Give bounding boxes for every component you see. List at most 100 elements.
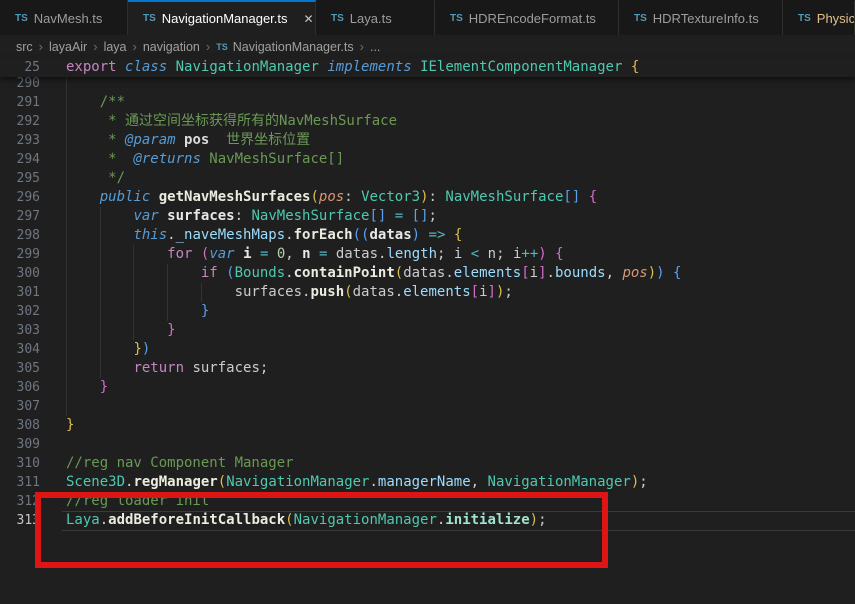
tab-label: HDRTextureInfo.ts	[653, 11, 759, 26]
tab-hdrtextureinfo-ts[interactable]: TSHDRTextureInfo.ts	[619, 0, 783, 35]
breadcrumb-label: ...	[370, 40, 380, 54]
sticky-scroll-line[interactable]: 25 export class NavigationManager impleme…	[0, 58, 855, 77]
code-line[interactable]: 308}	[0, 416, 855, 435]
indent-guide	[133, 321, 134, 340]
line-number[interactable]: 313	[0, 511, 40, 530]
code-line-content: })	[66, 340, 855, 359]
code-line[interactable]: 309	[0, 435, 855, 454]
line-number[interactable]: 298	[0, 226, 40, 245]
line-number[interactable]: 25	[0, 58, 40, 77]
breadcrumb-item-laya[interactable]: laya	[104, 40, 127, 54]
breadcrumb-item-navigationmanager-ts[interactable]: TSNavigationManager.ts	[216, 40, 353, 54]
code-line-content: }	[66, 302, 855, 321]
line-number[interactable]: 296	[0, 188, 40, 207]
indent-guide	[133, 302, 134, 321]
code-line-content: }	[66, 321, 855, 340]
code-line[interactable]: 296 public getNavMeshSurfaces(pos: Vecto…	[0, 188, 855, 207]
ts-icon: TS	[798, 13, 811, 24]
tab-navigationmanager-ts[interactable]: TSNavigationManager.ts✕	[128, 0, 316, 35]
tab-hdrencodeformat-ts[interactable]: TSHDREncodeFormat.ts	[435, 0, 619, 35]
line-number[interactable]: 308	[0, 416, 40, 435]
code-line[interactable]: 291 /**	[0, 93, 855, 112]
indent-guide	[133, 264, 134, 283]
code-line-content: this._naveMeshMaps.forEach((datas) => {	[66, 226, 855, 245]
line-number[interactable]: 303	[0, 321, 40, 340]
code-line[interactable]: 297 var surfaces: NavMeshSurface[] = [];	[0, 207, 855, 226]
tab-physics[interactable]: TSPhysics	[783, 0, 855, 35]
line-number[interactable]: 301	[0, 283, 40, 302]
indent-guide	[66, 321, 67, 340]
code-line-content: public getNavMeshSurfaces(pos: Vector3):…	[66, 188, 855, 207]
ts-icon: TS	[143, 13, 156, 24]
line-number[interactable]: 310	[0, 454, 40, 473]
code-line[interactable]: 292 * 通过空间坐标获得所有的NavMeshSurface	[0, 112, 855, 131]
code-line-content: Scene3D.regManager(NavigationManager.man…	[66, 473, 855, 492]
breadcrumb-separator: ›	[93, 39, 97, 54]
line-number[interactable]: 299	[0, 245, 40, 264]
code-line[interactable]: 302 }	[0, 302, 855, 321]
indent-guide	[100, 245, 101, 264]
code-line[interactable]: 295 */	[0, 169, 855, 188]
ts-icon: TS	[15, 13, 28, 24]
line-number[interactable]: 311	[0, 473, 40, 492]
code-line-content: var surfaces: NavMeshSurface[] = [];	[66, 207, 855, 226]
code-line-content: export class NavigationManager implement…	[66, 58, 855, 77]
line-number[interactable]: 293	[0, 131, 40, 150]
code-line[interactable]: 293 * @param pos 世界坐标位置	[0, 131, 855, 150]
indent-guide	[133, 283, 134, 302]
editor[interactable]: 290291 /**292 * 通过空间坐标获得所有的NavMeshSurfac…	[0, 58, 855, 604]
line-number[interactable]: 312	[0, 492, 40, 511]
tab-close-icon[interactable]: ✕	[302, 11, 316, 27]
indent-guide	[100, 283, 101, 302]
tab-navmesh-ts[interactable]: TSNavMesh.ts	[0, 0, 128, 35]
indent-guide	[66, 131, 67, 150]
breadcrumb-item-src[interactable]: src	[16, 40, 33, 54]
line-number[interactable]: 309	[0, 435, 40, 454]
code-line[interactable]: 311 Scene3D.regManager(NavigationManager.…	[0, 473, 855, 492]
line-number[interactable]: 295	[0, 169, 40, 188]
breadcrumb-item--[interactable]: ...	[370, 40, 380, 54]
breadcrumb-item-layaair[interactable]: layaAir	[49, 40, 87, 54]
indent-guide	[133, 245, 134, 264]
indent-guide	[100, 226, 101, 245]
code-line-content: * 通过空间坐标获得所有的NavMeshSurface	[66, 112, 855, 131]
code-line[interactable]: 25 export class NavigationManager impleme…	[0, 58, 855, 77]
line-number[interactable]: 306	[0, 378, 40, 397]
indent-guide	[66, 93, 67, 112]
line-number[interactable]: 291	[0, 93, 40, 112]
code-line[interactable]: 304 })	[0, 340, 855, 359]
line-number[interactable]: 300	[0, 264, 40, 283]
indent-guide	[100, 207, 101, 226]
code-line[interactable]: 303 }	[0, 321, 855, 340]
breadcrumb-label: NavigationManager.ts	[233, 40, 354, 54]
code-line[interactable]: 310//reg nav Component Manager	[0, 454, 855, 473]
code-line[interactable]: 300 if (Bounds.containPoint(datas.elemen…	[0, 264, 855, 283]
line-number[interactable]: 297	[0, 207, 40, 226]
ts-icon: TS	[331, 13, 344, 24]
tab-label: Laya.ts	[350, 11, 392, 26]
line-number[interactable]: 307	[0, 397, 40, 416]
indent-guide	[66, 207, 67, 226]
breadcrumb-label: navigation	[143, 40, 200, 54]
code-line-content: */	[66, 169, 855, 188]
code-line[interactable]: 305 return surfaces;	[0, 359, 855, 378]
indent-guide	[66, 302, 67, 321]
line-number[interactable]: 292	[0, 112, 40, 131]
line-number[interactable]: 294	[0, 150, 40, 169]
indent-guide	[100, 264, 101, 283]
tab-laya-ts[interactable]: TS Laya.ts	[316, 0, 435, 35]
indent-guide	[66, 226, 67, 245]
line-number[interactable]: 305	[0, 359, 40, 378]
code-line[interactable]: 306 }	[0, 378, 855, 397]
code-line[interactable]: 301 surfaces.push(datas.elements[i]);	[0, 283, 855, 302]
line-number[interactable]: 302	[0, 302, 40, 321]
code-line[interactable]: 294 * @returns NavMeshSurface[]	[0, 150, 855, 169]
breadcrumb-separator: ›	[133, 39, 137, 54]
code-line[interactable]: 307	[0, 397, 855, 416]
code-line[interactable]: 299 for (var i = 0, n = datas.length; i …	[0, 245, 855, 264]
line-number[interactable]: 304	[0, 340, 40, 359]
ts-icon: TS	[450, 13, 463, 24]
code-line-content: * @returns NavMeshSurface[]	[66, 150, 855, 169]
code-line[interactable]: 298 this._naveMeshMaps.forEach((datas) =…	[0, 226, 855, 245]
breadcrumb-item-navigation[interactable]: navigation	[143, 40, 200, 54]
